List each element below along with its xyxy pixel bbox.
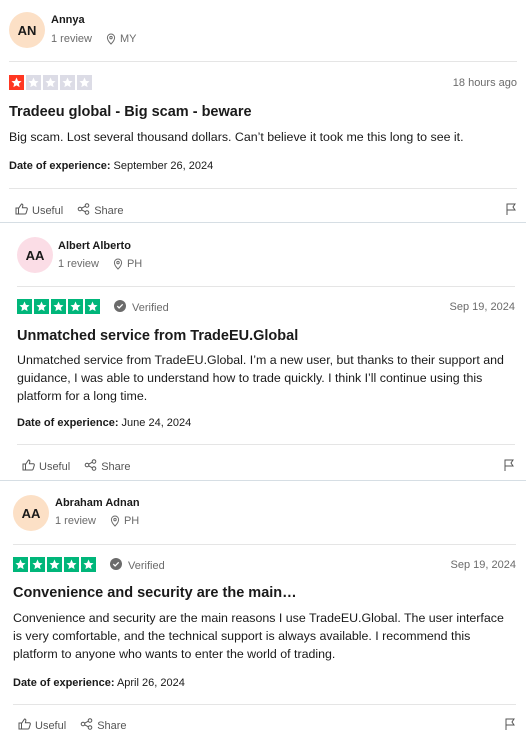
star-icon bbox=[85, 299, 100, 314]
star-icon bbox=[26, 75, 41, 90]
review-title[interactable]: Unmatched service from TradeEU.Global bbox=[17, 328, 298, 344]
useful-label: Useful bbox=[39, 460, 71, 473]
useful-button[interactable]: Useful bbox=[22, 459, 70, 474]
share-button[interactable]: Share bbox=[84, 459, 131, 474]
share-label: Share bbox=[97, 719, 127, 732]
useful-button[interactable]: Useful bbox=[15, 203, 63, 218]
flag-icon[interactable] bbox=[506, 203, 517, 221]
verified-label: Verified bbox=[132, 301, 169, 314]
date-of-experience-label: Date of experience: bbox=[13, 677, 115, 689]
verified-check-icon bbox=[110, 558, 122, 573]
share-icon bbox=[84, 459, 97, 474]
avatar[interactable]: AA bbox=[17, 237, 53, 273]
review-title[interactable]: Tradeeu global - Big scam - beware bbox=[9, 104, 252, 120]
star-icon bbox=[68, 299, 83, 314]
avatar[interactable]: AN bbox=[9, 12, 45, 48]
reviewer-meta: 1 review PH bbox=[55, 515, 139, 527]
divider bbox=[17, 286, 515, 287]
thumbs-up-icon bbox=[18, 718, 31, 733]
share-label: Share bbox=[94, 204, 124, 217]
review-actions: Useful Share bbox=[18, 718, 141, 733]
star-icon bbox=[77, 75, 92, 90]
flag-icon[interactable] bbox=[505, 718, 516, 733]
review-date: 18 hours ago bbox=[452, 77, 517, 89]
star-rating bbox=[17, 299, 100, 314]
reviewer-country: MY bbox=[119, 33, 137, 45]
review-body: Unmatched service from TradeEU.Global. I… bbox=[17, 353, 504, 403]
review-actions: Useful Share bbox=[15, 203, 138, 218]
divider bbox=[13, 544, 516, 545]
review-date: Sep 19, 2024 bbox=[450, 559, 516, 571]
star-icon bbox=[64, 557, 79, 572]
divider bbox=[9, 188, 517, 189]
share-button[interactable]: Share bbox=[77, 203, 124, 218]
review-actions: Useful Share bbox=[22, 459, 145, 474]
thumbs-up-icon bbox=[15, 203, 28, 218]
star-icon bbox=[43, 75, 58, 90]
avatar[interactable]: AA bbox=[13, 495, 49, 531]
review-body: Convenience and security are the main re… bbox=[13, 611, 504, 661]
reviewer-country: PH bbox=[126, 258, 143, 270]
star-icon bbox=[30, 557, 45, 572]
useful-button[interactable]: Useful bbox=[18, 718, 66, 733]
star-icon bbox=[17, 299, 32, 314]
thumbs-up-icon bbox=[22, 459, 35, 474]
review-date: Sep 19, 2024 bbox=[449, 301, 515, 313]
star-icon bbox=[51, 299, 66, 314]
location-pin-icon bbox=[113, 258, 123, 270]
star-rating bbox=[13, 557, 96, 572]
useful-label: Useful bbox=[32, 204, 64, 217]
share-icon bbox=[80, 718, 93, 733]
review-title[interactable]: Convenience and security are the main… bbox=[13, 585, 297, 601]
share-label: Share bbox=[101, 460, 131, 473]
star-rating bbox=[9, 75, 92, 90]
verified-label: Verified bbox=[128, 559, 165, 572]
date-of-experience-value: September 26, 2024 bbox=[113, 160, 214, 172]
star-icon bbox=[34, 299, 49, 314]
star-icon bbox=[13, 557, 28, 572]
reviewer-name[interactable]: Annya bbox=[51, 14, 85, 26]
review-count: 1 review bbox=[55, 515, 96, 527]
date-of-experience-label: Date of experience: bbox=[17, 417, 119, 429]
location-pin-icon bbox=[110, 515, 120, 527]
review-card: AA Albert Alberto 1 review PH Verified S… bbox=[17, 223, 515, 479]
reviewer-meta: 1 review MY bbox=[51, 33, 136, 45]
star-icon bbox=[47, 557, 62, 572]
share-icon bbox=[77, 203, 90, 218]
star-icon bbox=[60, 75, 75, 90]
star-icon bbox=[81, 557, 96, 572]
review-body: Big scam. Lost several thousand dollars.… bbox=[9, 130, 464, 144]
reviewer-meta: 1 review PH bbox=[58, 258, 142, 270]
divider bbox=[13, 704, 516, 705]
review-card: AN Annya 1 review MY 18 hours ago Tradee… bbox=[9, 0, 517, 222]
verified-check-icon bbox=[114, 300, 126, 315]
date-of-experience: Date of experience: September 26, 2024 bbox=[9, 160, 213, 172]
date-of-experience-value: April 26, 2024 bbox=[116, 677, 185, 689]
divider bbox=[9, 61, 517, 62]
divider bbox=[17, 444, 515, 445]
review-count: 1 review bbox=[51, 33, 92, 45]
location-pin-icon bbox=[106, 33, 116, 45]
review-card: AA Abraham Adnan 1 review PH Verified Se… bbox=[13, 481, 516, 733]
reviewer-country: PH bbox=[123, 515, 140, 527]
date-of-experience: Date of experience: April 26, 2024 bbox=[13, 677, 185, 689]
useful-label: Useful bbox=[35, 719, 67, 732]
reviewer-name[interactable]: Albert Alberto bbox=[58, 240, 131, 252]
star-icon bbox=[9, 75, 24, 90]
date-of-experience-label: Date of experience: bbox=[9, 160, 111, 172]
reviewer-name[interactable]: Abraham Adnan bbox=[55, 497, 140, 509]
share-button[interactable]: Share bbox=[80, 718, 127, 733]
verified-badge[interactable]: Verified bbox=[114, 300, 169, 315]
date-of-experience: Date of experience: June 24, 2024 bbox=[17, 417, 191, 429]
review-count: 1 review bbox=[58, 258, 99, 270]
flag-icon[interactable] bbox=[504, 459, 515, 477]
date-of-experience-value: June 24, 2024 bbox=[121, 417, 192, 429]
verified-badge[interactable]: Verified bbox=[110, 558, 165, 573]
